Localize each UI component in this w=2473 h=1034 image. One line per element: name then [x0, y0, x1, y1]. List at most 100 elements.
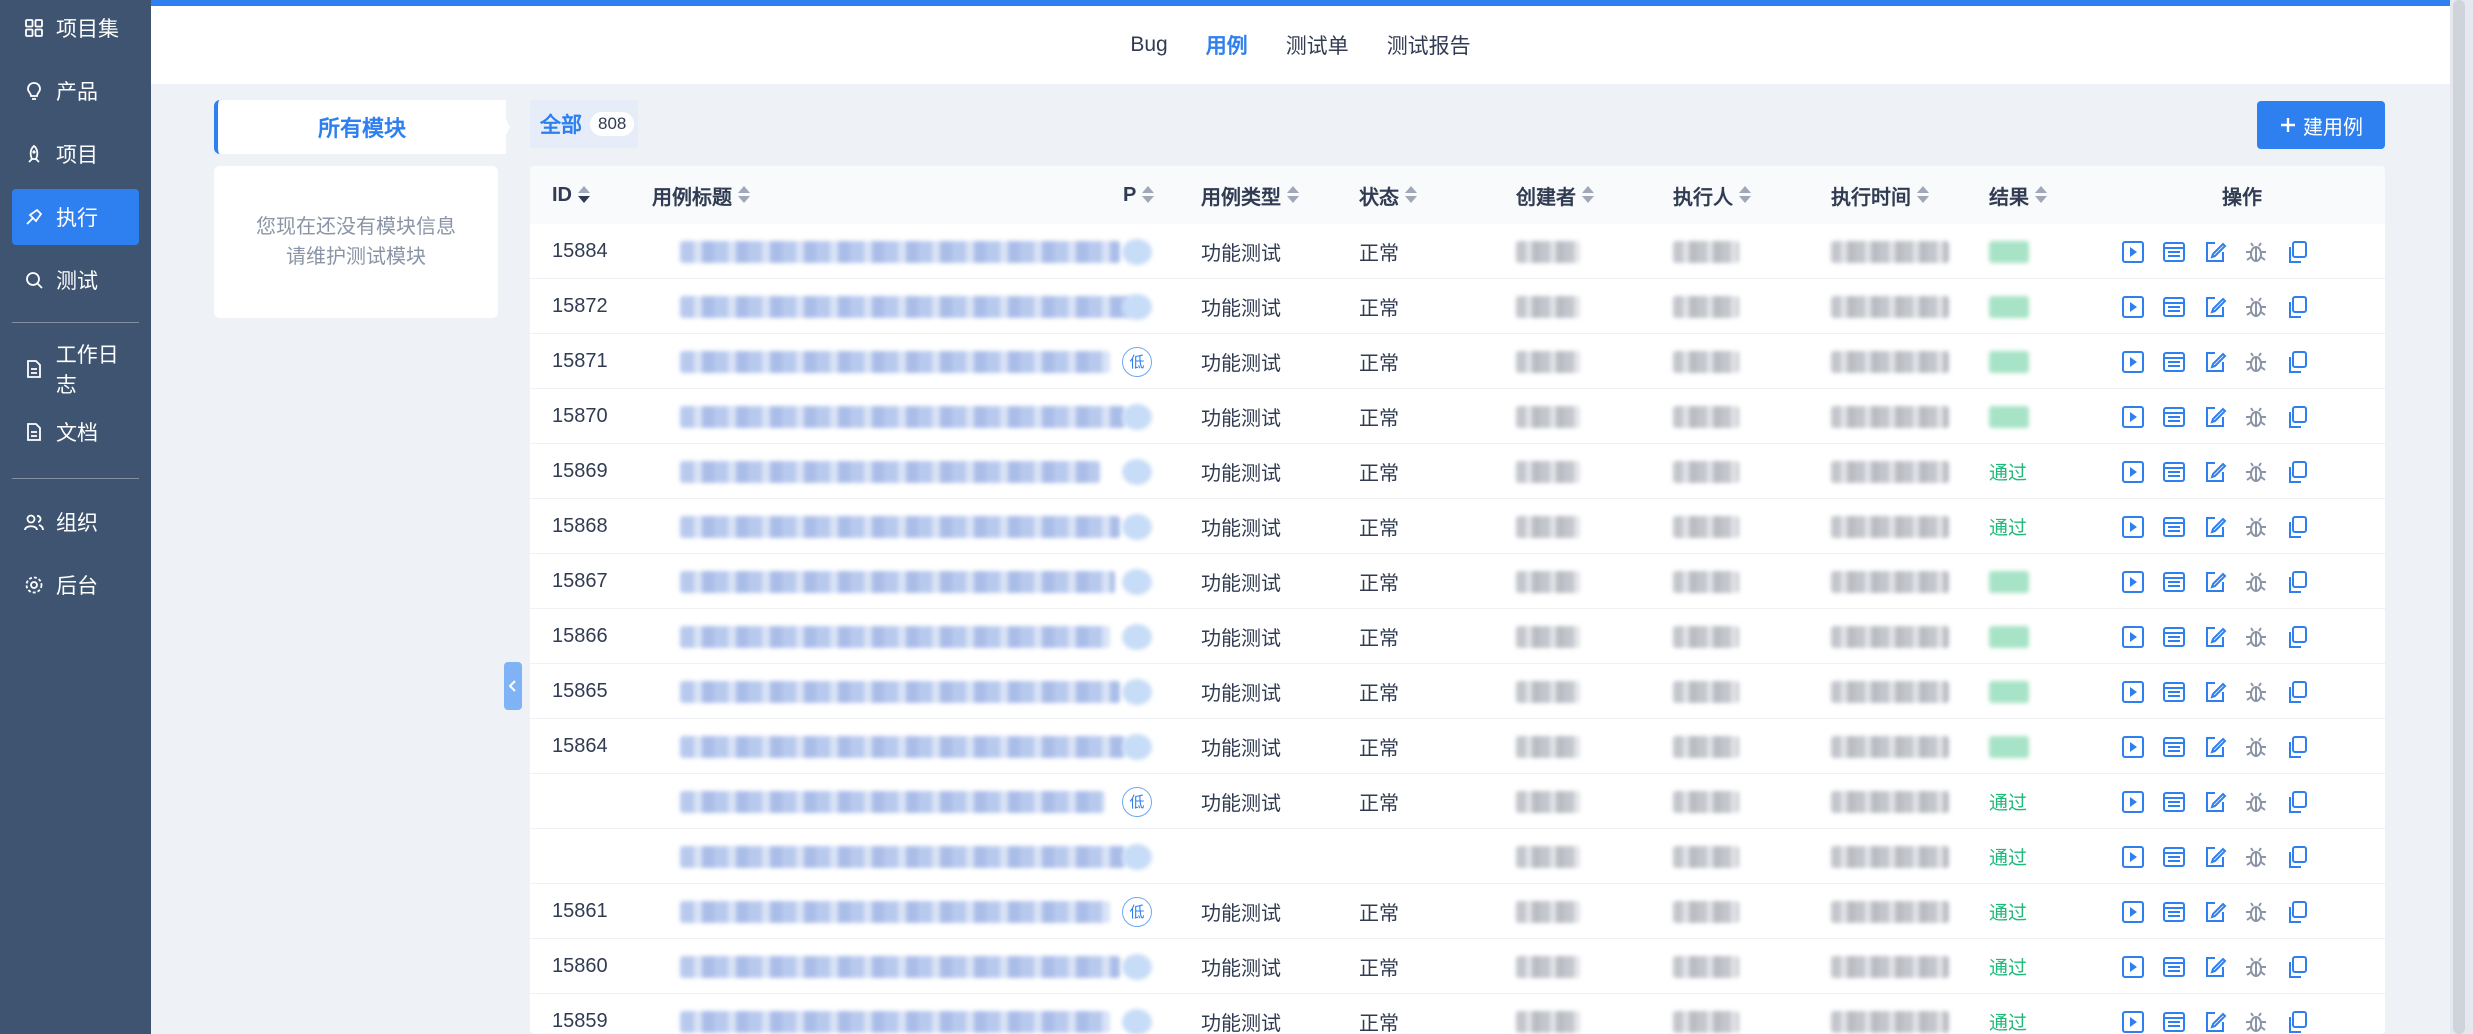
results-icon[interactable] — [2159, 897, 2189, 927]
tab-2[interactable]: 测试单 — [1286, 30, 1349, 60]
edit-icon[interactable] — [2200, 897, 2230, 927]
edit-icon[interactable] — [2200, 402, 2230, 432]
edit-icon[interactable] — [2200, 952, 2230, 982]
edit-icon[interactable] — [2200, 567, 2230, 597]
run-case-icon[interactable] — [2118, 457, 2148, 487]
sidebar-item-3[interactable]: 执行 — [12, 189, 139, 245]
edit-icon[interactable] — [2200, 347, 2230, 377]
copy-icon[interactable] — [2282, 237, 2312, 267]
col-id[interactable]: ID — [552, 166, 590, 224]
tab-0[interactable]: Bug — [1130, 33, 1167, 57]
table-row[interactable]: 低 功能测试 正常 通过 — [530, 774, 2385, 829]
table-row[interactable]: 15869 功能测试 正常 通过 — [530, 444, 2385, 499]
edit-icon[interactable] — [2200, 842, 2230, 872]
bug-icon[interactable] — [2241, 897, 2271, 927]
table-row[interactable]: 15872 功能测试 正常 — [530, 279, 2385, 334]
cell-title[interactable] — [680, 609, 1110, 664]
bug-icon[interactable] — [2241, 787, 2271, 817]
cell-title[interactable] — [680, 774, 1105, 829]
run-case-icon[interactable] — [2118, 732, 2148, 762]
bug-icon[interactable] — [2241, 1007, 2271, 1034]
edit-icon[interactable] — [2200, 787, 2230, 817]
sidebar-item-2[interactable]: 项目 — [12, 126, 139, 182]
cell-title[interactable] — [680, 499, 1120, 554]
bug-icon[interactable] — [2241, 952, 2271, 982]
copy-icon[interactable] — [2282, 622, 2312, 652]
run-case-icon[interactable] — [2118, 402, 2148, 432]
run-case-icon[interactable] — [2118, 292, 2148, 322]
results-icon[interactable] — [2159, 622, 2189, 652]
edit-icon[interactable] — [2200, 1007, 2230, 1034]
bug-icon[interactable] — [2241, 677, 2271, 707]
sidebar-item-0[interactable]: 项目集 — [12, 0, 139, 56]
results-icon[interactable] — [2159, 952, 2189, 982]
bug-icon[interactable] — [2241, 237, 2271, 267]
run-case-icon[interactable] — [2118, 512, 2148, 542]
bug-icon[interactable] — [2241, 457, 2271, 487]
col-status[interactable]: 状态 — [1359, 166, 1417, 224]
tab-3[interactable]: 测试报告 — [1387, 30, 1471, 60]
copy-icon[interactable] — [2282, 512, 2312, 542]
sidebar-item-5[interactable]: 工作日志 — [12, 341, 139, 397]
cell-title[interactable] — [680, 719, 1125, 774]
scrollbar-thumb[interactable] — [2453, 0, 2465, 1034]
cell-title[interactable] — [680, 279, 1130, 334]
run-case-icon[interactable] — [2118, 842, 2148, 872]
copy-icon[interactable] — [2282, 567, 2312, 597]
table-row[interactable]: 15867 功能测试 正常 — [530, 554, 2385, 609]
bug-icon[interactable] — [2241, 292, 2271, 322]
copy-icon[interactable] — [2282, 952, 2312, 982]
copy-icon[interactable] — [2282, 897, 2312, 927]
copy-icon[interactable] — [2282, 402, 2312, 432]
filter-all-tab[interactable]: 全部 808 — [530, 100, 638, 148]
copy-icon[interactable] — [2282, 457, 2312, 487]
results-icon[interactable] — [2159, 842, 2189, 872]
edit-icon[interactable] — [2200, 237, 2230, 267]
table-row[interactable]: 15866 功能测试 正常 — [530, 609, 2385, 664]
run-case-icon[interactable] — [2118, 622, 2148, 652]
cell-title[interactable] — [680, 224, 1120, 279]
run-case-icon[interactable] — [2118, 787, 2148, 817]
run-case-icon[interactable] — [2118, 237, 2148, 267]
col-creator[interactable]: 创建者 — [1516, 166, 1594, 224]
cell-title[interactable] — [680, 444, 1100, 499]
results-icon[interactable] — [2159, 512, 2189, 542]
edit-icon[interactable] — [2200, 512, 2230, 542]
results-icon[interactable] — [2159, 292, 2189, 322]
results-icon[interactable] — [2159, 347, 2189, 377]
run-case-icon[interactable] — [2118, 897, 2148, 927]
results-icon[interactable] — [2159, 1007, 2189, 1034]
copy-icon[interactable] — [2282, 732, 2312, 762]
cell-title[interactable] — [680, 939, 1120, 994]
cell-title[interactable] — [680, 389, 1125, 444]
table-row[interactable]: 15861 低 功能测试 正常 通过 — [530, 884, 2385, 939]
sidebar-item-4[interactable]: 测试 — [12, 252, 139, 308]
bug-icon[interactable] — [2241, 402, 2271, 432]
cell-title[interactable] — [680, 664, 1120, 719]
edit-icon[interactable] — [2200, 457, 2230, 487]
cell-title[interactable] — [680, 334, 1110, 389]
copy-icon[interactable] — [2282, 347, 2312, 377]
results-icon[interactable] — [2159, 457, 2189, 487]
col-executor[interactable]: 执行人 — [1673, 166, 1751, 224]
results-icon[interactable] — [2159, 402, 2189, 432]
results-icon[interactable] — [2159, 567, 2189, 597]
col-result[interactable]: 结果 — [1989, 166, 2047, 224]
cell-title[interactable] — [680, 994, 1110, 1034]
all-modules-tab[interactable]: 所有模块 — [214, 100, 506, 154]
run-case-icon[interactable] — [2118, 952, 2148, 982]
table-row[interactable]: 15860 功能测试 正常 通过 — [530, 939, 2385, 994]
bug-icon[interactable] — [2241, 347, 2271, 377]
sidebar-item-8[interactable]: 后台 — [12, 557, 139, 613]
bug-icon[interactable] — [2241, 622, 2271, 652]
sidebar-item-7[interactable]: 组织 — [12, 494, 139, 550]
bug-icon[interactable] — [2241, 732, 2271, 762]
table-row[interactable]: 15859 功能测试 正常 通过 — [530, 994, 2385, 1034]
results-icon[interactable] — [2159, 732, 2189, 762]
table-row[interactable]: 15870 功能测试 正常 — [530, 389, 2385, 444]
bug-icon[interactable] — [2241, 567, 2271, 597]
col-pri[interactable]: P — [1123, 166, 1155, 224]
tab-1[interactable]: 用例 — [1206, 30, 1248, 60]
run-case-icon[interactable] — [2118, 347, 2148, 377]
collapse-panel-button[interactable] — [504, 662, 522, 710]
